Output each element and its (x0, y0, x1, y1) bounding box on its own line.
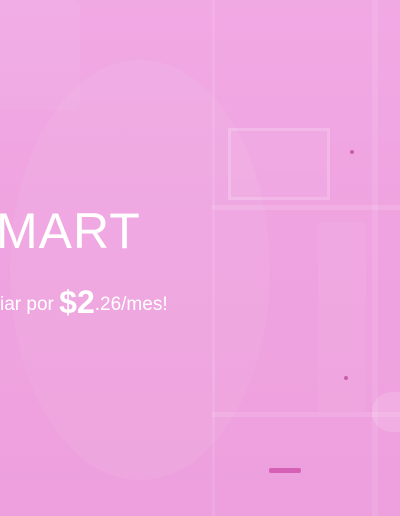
background-shelf-post (372, 0, 378, 516)
price-lead-text: iar por (0, 294, 60, 315)
background-drawer-handle (269, 468, 301, 473)
background-knob (350, 150, 354, 154)
background-photo-shape (0, 0, 80, 110)
hero-banner: MART iar por $2.26/mes! (0, 0, 400, 516)
background-picture-frame (228, 128, 330, 200)
hero-price-line: iar por $2.26/mes! (0, 286, 168, 318)
price-amount: $2 (59, 284, 95, 320)
hero-headline: MART (0, 203, 141, 259)
background-cabinet (318, 222, 366, 412)
background-knob (344, 376, 348, 380)
price-suffix: .26/mes! (94, 294, 168, 315)
